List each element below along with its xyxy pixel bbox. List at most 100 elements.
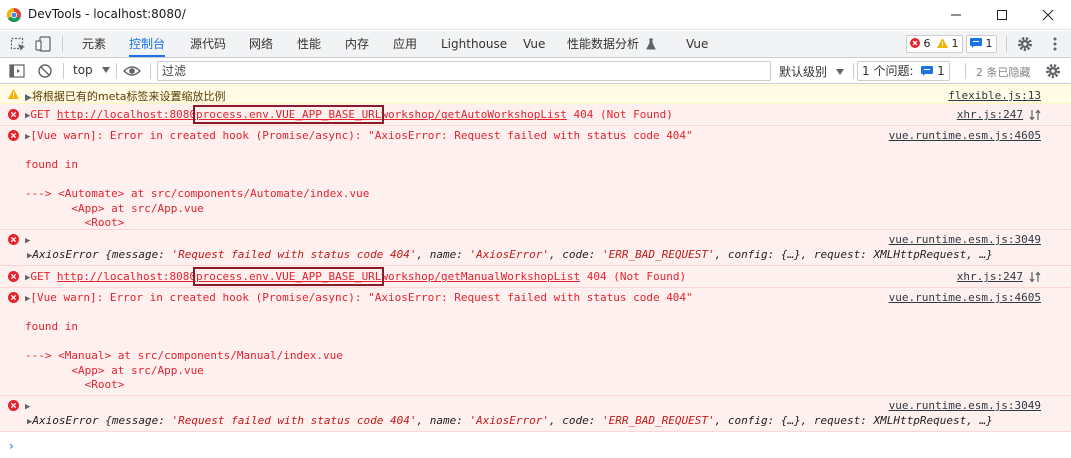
toolbar-divider-2 — [116, 63, 117, 79]
console-toolbar: top 过滤 默认级别 1 个问题: 1 2 条已隐藏 — [0, 58, 1071, 84]
dropdown-arrow-icon — [101, 67, 110, 73]
network-error-line: ▶GET http://localhost:8080process.env.VU… — [25, 105, 673, 124]
issues-button[interactable]: 1 个问题: 1 — [857, 61, 950, 81]
message-count: 1 — [985, 37, 993, 50]
tab-application[interactable]: 应用 — [393, 31, 417, 57]
error-icon — [8, 130, 19, 141]
issue-message-icon — [921, 66, 934, 76]
vue-warn-found-in: found in — [25, 320, 78, 333]
levels-dropdown-arrow-icon — [835, 69, 844, 75]
more-options-icon[interactable] — [1046, 35, 1064, 53]
close-button[interactable] — [1025, 0, 1071, 30]
inspect-element-icon[interactable] — [9, 35, 27, 53]
axios-object-code: 'ERR_BAD_REQUEST' — [602, 414, 715, 427]
tab-console[interactable]: 控制台 — [129, 31, 166, 57]
log-levels-label: 默认级别 — [779, 65, 828, 79]
console-prompt[interactable]: › — [9, 439, 14, 453]
settings-gear-icon[interactable] — [1016, 35, 1034, 53]
tab-vue-2[interactable]: Vue — [686, 31, 708, 57]
axios-object-tail: , config: {…}, request: XMLHttpRequest, … — [714, 248, 993, 261]
error-icon — [8, 234, 19, 245]
axios-object-name: 'AxiosError' — [469, 414, 550, 427]
axios-error-object[interactable]: ▶AxiosError {message: 'Request failed wi… — [27, 248, 993, 261]
response-status: 404 (Not Found) — [566, 108, 673, 121]
minimize-button[interactable] — [933, 0, 979, 30]
tab-performance[interactable]: 性能 — [297, 31, 321, 57]
tab-performance-insights-label: 性能数据分析 — [567, 37, 640, 51]
console-message-vue-warn: ▶[Vue warn]: Error in created hook (Prom… — [0, 126, 1071, 230]
message-badge-icon — [970, 38, 982, 48]
devtools-tab-bar: 元素 控制台 源代码 网络 性能 内存 应用 Lighthouse Vue 性能… — [0, 31, 1071, 58]
context-selector[interactable]: top — [73, 63, 110, 77]
window-title: DevTools - localhost:8080/ — [28, 7, 186, 21]
request-url-path[interactable]: workshop/getAutoWorkshopList — [381, 108, 566, 121]
console-message-network-error: ▶GET http://localhost:8080process.env.VU… — [0, 104, 1071, 126]
error-icon — [8, 292, 19, 303]
error-warning-counter[interactable]: 6 1 — [906, 35, 963, 53]
clear-console-icon[interactable] — [36, 62, 54, 80]
expand-triangle-icon[interactable]: ▶ — [25, 399, 30, 412]
message-source-link[interactable]: vue.runtime.esm.js:3049 — [889, 233, 1041, 246]
vue-warn-trace-app: <App> at src/App.vue — [25, 202, 204, 215]
tab-elements[interactable]: 元素 — [82, 31, 106, 57]
chrome-icon — [7, 8, 21, 22]
messages-counter[interactable]: 1 — [966, 35, 997, 53]
hidden-messages-count: 2 条已隐藏 — [976, 66, 1031, 79]
request-url-highlighted[interactable]: process.env.VUE_APP_BASE_URL — [192, 105, 385, 124]
tab-vue[interactable]: Vue — [523, 31, 545, 57]
live-expression-eye-icon[interactable] — [123, 62, 141, 80]
expand-triangle-icon[interactable]: ▶ — [25, 93, 32, 103]
filter-input[interactable]: 过滤 — [157, 61, 771, 81]
console-settings-gear-icon[interactable] — [1044, 62, 1062, 80]
tab-sources[interactable]: 源代码 — [190, 31, 226, 57]
vue-warn-line: ▶[Vue warn]: Error in created hook (Prom… — [25, 291, 693, 304]
vue-warn-message: [Vue warn]: Error in created hook (Promi… — [30, 291, 693, 304]
axios-object-mid: , name: — [416, 248, 470, 261]
log-levels-dropdown[interactable]: 默认级别 — [779, 63, 844, 80]
message-source-link[interactable]: xhr.js:247 — [957, 108, 1023, 121]
message-source-link[interactable]: vue.runtime.esm.js:4605 — [889, 291, 1041, 304]
close-icon — [1042, 9, 1054, 21]
network-panel-icon[interactable] — [1029, 271, 1041, 283]
tab-memory[interactable]: 内存 — [345, 31, 369, 57]
device-toolbar-icon[interactable] — [34, 35, 52, 53]
warning-message: 将根据已有的meta标签来设置缩放比例 — [31, 90, 226, 103]
axios-object-mid2: , code: — [549, 248, 602, 261]
error-badge-icon — [910, 38, 920, 48]
toolbar-divider-3 — [150, 63, 151, 79]
tab-lighthouse[interactable]: Lighthouse — [441, 31, 507, 57]
message-source-link[interactable]: xhr.js:247 — [957, 270, 1023, 283]
message-source-link[interactable]: vue.runtime.esm.js:3049 — [889, 399, 1041, 412]
title-bar: DevTools - localhost:8080/ — [0, 0, 1071, 30]
vue-warn-line: ▶[Vue warn]: Error in created hook (Prom… — [25, 129, 693, 142]
vue-warn-trace-root: <Root> — [25, 216, 125, 229]
request-url-host[interactable]: http://localhost:8080 — [57, 270, 196, 283]
issues-label: 1 个问题: — [862, 64, 914, 78]
expand-triangle-icon[interactable]: ▶ — [25, 233, 30, 246]
message-source-link[interactable]: vue.runtime.esm.js:4605 — [889, 129, 1041, 142]
vue-warn-found-in: found in — [25, 158, 78, 171]
message-source-link[interactable]: flexible.js:13 — [948, 89, 1041, 102]
vue-warn-trace-component: ---> <Manual> at src/components/Manual/i… — [25, 349, 343, 362]
tab-divider-right — [1006, 36, 1007, 52]
toolbar-divider-4 — [853, 63, 854, 79]
axios-error-object[interactable]: ▶AxiosError {message: 'Request failed wi… — [27, 414, 993, 427]
network-panel-icon[interactable] — [1029, 109, 1041, 121]
request-url-host[interactable]: http://localhost:8080 — [57, 108, 196, 121]
axios-object-mid: , name: — [416, 414, 470, 427]
sidebar-toggle-icon[interactable] — [8, 62, 26, 80]
flask-icon — [646, 38, 656, 50]
toolbar-divider — [63, 63, 64, 79]
warning-text-line: ▶将根据已有的meta标签来设置缩放比例 — [25, 88, 225, 104]
tab-divider — [62, 36, 63, 52]
request-method: GET — [30, 108, 57, 121]
axios-object-mid2: , code: — [549, 414, 602, 427]
console-messages: ▶将根据已有的meta标签来设置缩放比例 flexible.js:13 ▶GET… — [0, 85, 1071, 432]
console-message-axios-error: ▶ vue.runtime.esm.js:3049 ▶AxiosError {m… — [0, 396, 1071, 432]
request-url-highlighted[interactable]: process.env.VUE_APP_BASE_URL — [192, 267, 385, 286]
tab-performance-insights[interactable]: 性能数据分析 — [567, 31, 656, 57]
maximize-button[interactable] — [979, 0, 1025, 30]
error-icon — [8, 271, 19, 282]
tab-network[interactable]: 网络 — [249, 31, 273, 57]
request-url-path[interactable]: workshop/getManualWorkshopList — [381, 270, 580, 283]
